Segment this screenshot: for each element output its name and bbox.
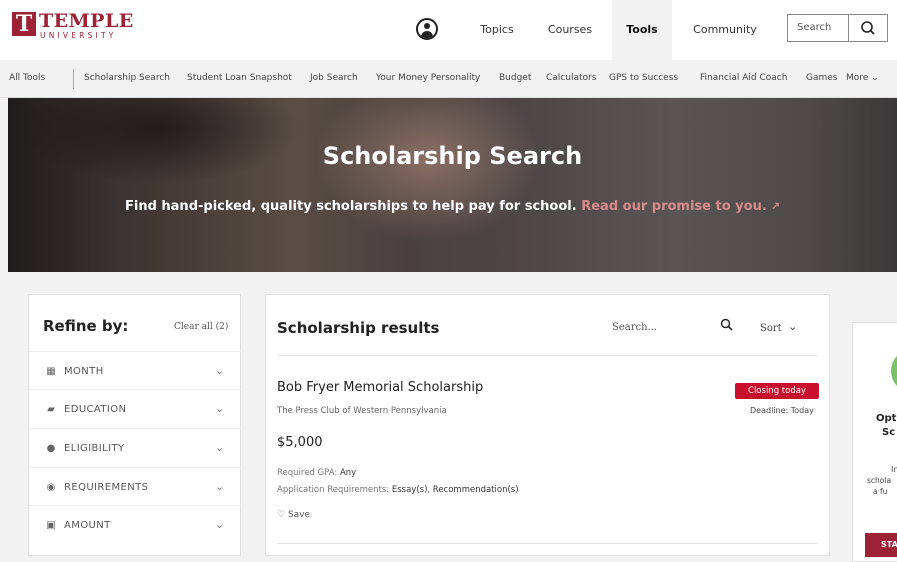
- refine-title: Refine by:: [43, 317, 129, 335]
- hero-subtitle-text: Find hand-picked, quality scholarships t…: [124, 199, 577, 214]
- sort-dropdown[interactable]: Sort: [760, 323, 782, 334]
- subnav-calculators[interactable]: Calculators: [546, 73, 596, 83]
- chevron-down-icon: ⌄: [215, 480, 225, 493]
- scholarship-name[interactable]: Bob Fryer Memorial Scholarship: [277, 380, 483, 395]
- top-header: T TEMPLE UNIVERSITY Topics Courses Tools…: [0, 0, 897, 60]
- nav-courses[interactable]: Courses: [541, 0, 599, 60]
- calendar-icon: ▦: [46, 366, 56, 377]
- app-req-value: Essay(s), Recommendation(s): [391, 485, 519, 495]
- filter-label: REQUIREMENTS: [64, 482, 149, 493]
- hero-subtitle: Find hand-picked, quality scholarships t…: [8, 199, 897, 214]
- money-icon: ▣: [46, 520, 56, 531]
- logo-word: TEMPLE: [39, 10, 134, 32]
- chevron-down-icon: ⌄: [215, 518, 225, 531]
- divider: [277, 355, 818, 356]
- page-title: Scholarship Search: [322, 142, 583, 170]
- subnav-student-loan-snapshot[interactable]: Student Loan Snapshot: [187, 73, 292, 83]
- header-search-input[interactable]: Search: [787, 14, 848, 42]
- closing-today-badge: Closing today: [735, 383, 819, 399]
- filter-label: ELIGIBILITY: [64, 443, 125, 454]
- app-req-label: Application Requirements:: [277, 485, 390, 495]
- subnav-money-personality[interactable]: Your Money Personality: [376, 73, 480, 83]
- filter-label: MONTH: [64, 366, 104, 377]
- logo-sub: UNIVERSITY: [40, 31, 117, 40]
- hero-photo: [8, 98, 897, 272]
- filter-label: EDUCATION: [64, 404, 127, 415]
- promo-icon: [891, 349, 897, 393]
- promise-link[interactable]: Read our promise to you.: [581, 199, 767, 214]
- subnav-financial-aid-coach[interactable]: Financial Aid Coach: [700, 73, 787, 83]
- tools-subnav: All Tools Scholarship Search Student Loa…: [0, 60, 897, 98]
- promo-text-line: schola: [867, 476, 892, 485]
- promo-title-line1: Opt: [876, 413, 897, 424]
- temple-logo[interactable]: T TEMPLE UNIVERSITY: [12, 12, 134, 40]
- gpa-value: Any: [339, 468, 357, 478]
- subnav-more[interactable]: More ⌄: [846, 73, 879, 83]
- user-account-icon[interactable]: [416, 18, 438, 40]
- scholarship-org: The Press Club of Western Pennsylvania: [277, 406, 447, 416]
- chevron-down-icon: ⌄: [215, 364, 225, 377]
- gpa-label: Required GPA:: [277, 468, 338, 478]
- subnav-divider: [73, 69, 74, 89]
- subnav-scholarship-search[interactable]: Scholarship Search: [84, 73, 170, 83]
- external-link-icon: ↗: [770, 200, 780, 213]
- promo-title-line2: Sc: [882, 427, 896, 438]
- header-search-button[interactable]: [848, 14, 888, 42]
- results-panel: Scholarship results Search... Sort ⌄ Bob…: [265, 294, 830, 556]
- search-icon[interactable]: [720, 318, 734, 332]
- subnav-all-tools[interactable]: All Tools: [9, 73, 45, 83]
- application-requirements: Application Requirements: Essay(s), Reco…: [277, 485, 519, 495]
- subnav-budget[interactable]: Budget: [499, 73, 531, 83]
- promo-text-line: a fu: [873, 487, 888, 496]
- hero-banner: Scholarship Search Find hand-picked, qua…: [8, 98, 897, 272]
- deadline-text: Deadline: Today: [750, 406, 814, 415]
- filter-label: AMOUNT: [64, 520, 111, 531]
- subnav-games[interactable]: Games: [806, 73, 837, 83]
- heart-icon: ♡: [277, 510, 286, 520]
- divider: [277, 543, 818, 544]
- promo-start-button[interactable]: STA: [865, 533, 897, 557]
- promo-text-line: In: [891, 465, 897, 474]
- graduation-cap-icon: ▰: [47, 404, 55, 415]
- refine-panel: Refine by: Clear all (2) ▦ MONTH ⌄ ▰ EDU…: [28, 294, 242, 556]
- chevron-down-icon: ⌄: [215, 441, 225, 454]
- nav-tools[interactable]: Tools: [612, 0, 672, 60]
- logo-mark: T: [12, 12, 36, 36]
- nav-topics[interactable]: Topics: [473, 0, 521, 60]
- check-circle-icon: ◉: [46, 482, 56, 493]
- subnav-job-search[interactable]: Job Search: [310, 73, 358, 83]
- save-button[interactable]: ♡ Save: [277, 510, 310, 520]
- filter-eligibility[interactable]: ● ELIGIBILITY ⌄: [29, 428, 242, 466]
- filter-education[interactable]: ▰ EDUCATION ⌄: [29, 389, 242, 427]
- chevron-down-icon: ⌄: [215, 402, 225, 415]
- required-gpa: Required GPA: Any: [277, 468, 356, 478]
- promo-card: Opt Sc In schola a fu STA: [852, 322, 897, 562]
- results-search-input[interactable]: Search...: [612, 322, 657, 333]
- results-title: Scholarship results: [277, 319, 440, 337]
- clear-all-link[interactable]: Clear all (2): [174, 322, 228, 332]
- search-icon: [861, 21, 875, 35]
- chevron-down-icon[interactable]: ⌄: [788, 320, 797, 333]
- save-label: Save: [287, 510, 311, 520]
- filter-amount[interactable]: ▣ AMOUNT ⌄: [29, 505, 242, 543]
- filter-requirements[interactable]: ◉ REQUIREMENTS ⌄: [29, 467, 242, 505]
- nav-community[interactable]: Community: [685, 0, 765, 60]
- users-icon: ●: [46, 443, 56, 454]
- scholarship-amount: $5,000: [277, 435, 323, 450]
- filter-month[interactable]: ▦ MONTH ⌄: [29, 351, 242, 389]
- subnav-gps-to-success[interactable]: GPS to Success: [609, 73, 678, 83]
